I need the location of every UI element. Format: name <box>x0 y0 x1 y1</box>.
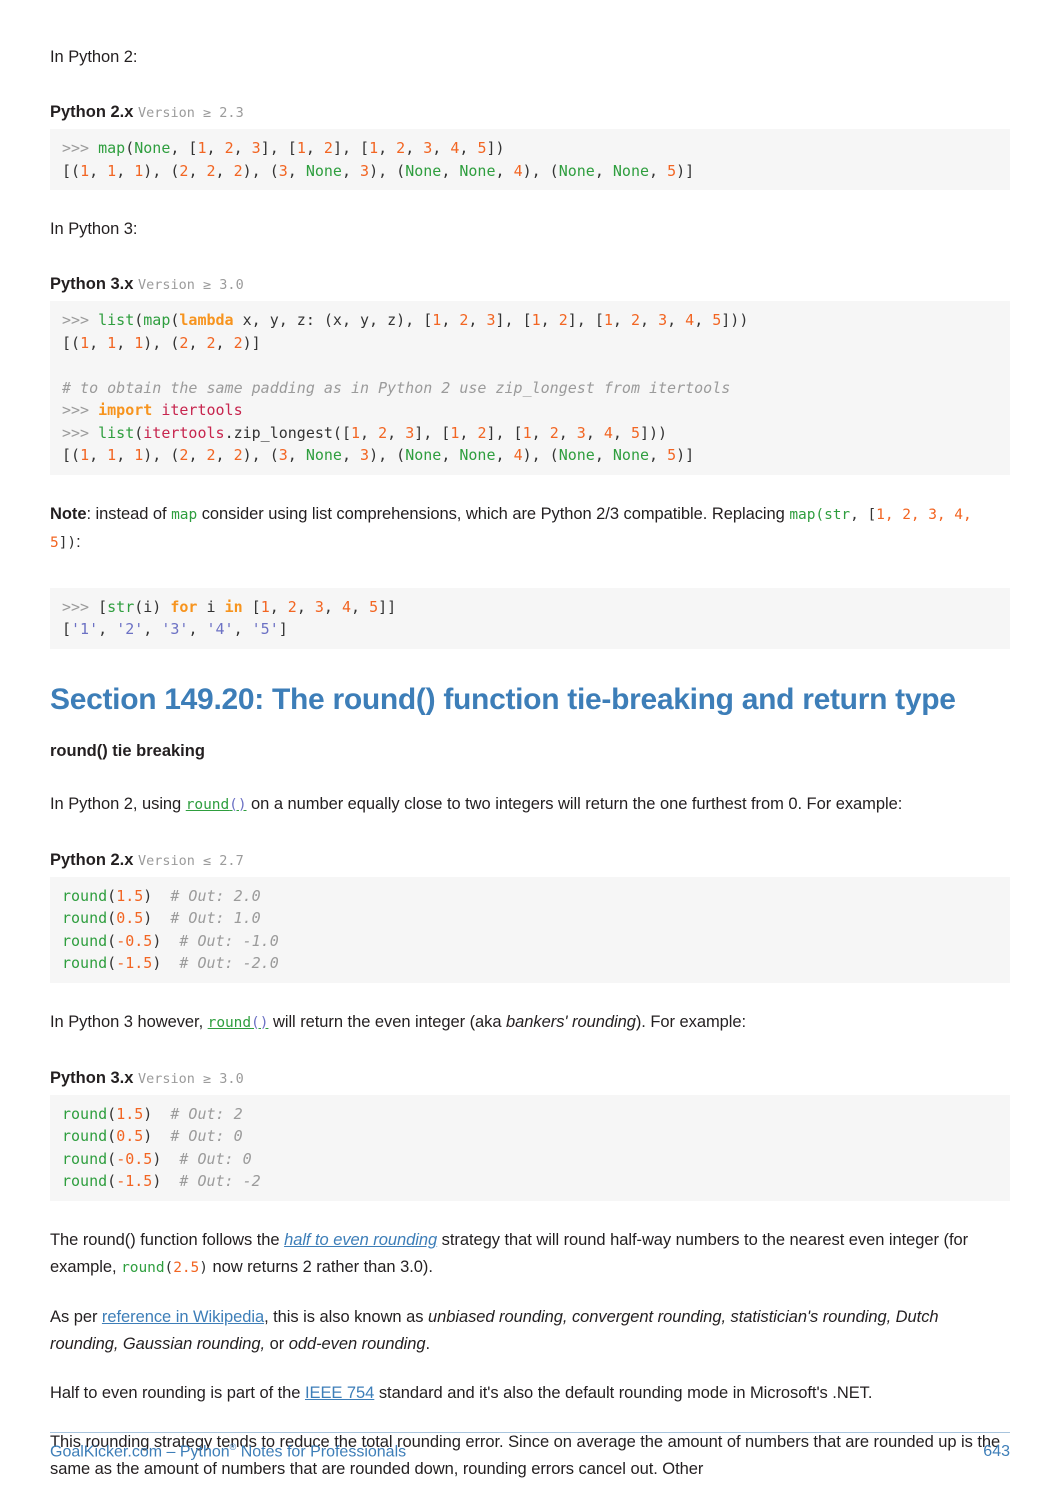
version-value: Version ≥ 3.0 <box>138 277 244 293</box>
version-value: Version ≤ 2.7 <box>138 852 244 869</box>
text-3: or <box>265 1334 289 1353</box>
note-label: Note <box>50 504 87 523</box>
footer-page-number: 643 <box>983 1443 1010 1461</box>
subheading-round-tie-breaking: round() tie breaking <box>50 741 205 760</box>
version-name: Python 3.x <box>50 275 134 293</box>
link-parens: () <box>251 1014 269 1031</box>
code-line: round(-1.5) # Out: -2 <box>62 1172 261 1190</box>
intro-python2-label: In Python 2: <box>50 48 138 66</box>
version-name: Python 2.x <box>50 850 134 869</box>
version-label-py2-map: Python 2.x Version ≥ 2.3 <box>50 101 1010 124</box>
wikipedia-paragraph: As per reference in Wikipedia, this is a… <box>50 1304 1010 1358</box>
footer-divider <box>50 1432 1010 1433</box>
note-text-1: : instead of <box>86 504 172 523</box>
code-line: round(-0.5) # Out: 0 <box>62 1149 252 1168</box>
link-label: round <box>207 1014 252 1031</box>
half-to-even-paragraph: The round() function follows the half to… <box>50 1227 1010 1282</box>
text-2: standard and it's also the default round… <box>374 1383 873 1402</box>
inline-code-open-paren: ( <box>164 1259 174 1276</box>
note-text-3: : <box>76 532 81 551</box>
code-block-listcomp: >>> [str(i) for i in [1, 2, 3, 4, 5]] ['1… <box>50 587 1010 649</box>
text-1: In Python 3 however, <box>50 1012 208 1031</box>
version-name: Python 3.x <box>50 1068 134 1087</box>
version-label-py3-round: Python 3.x Version ≥ 3.0 <box>50 1067 1010 1090</box>
text-2: , this is also known as <box>264 1307 428 1326</box>
code-block-round-python3: round(1.5) # Out: 2 round(0.5) # Out: 0 ro… <box>50 1094 1010 1201</box>
round-python2-paragraph: In Python 2, using round() on a number e… <box>50 791 1010 819</box>
code-line: round(1.5) # Out: 2 <box>62 1104 243 1123</box>
inline-code-map-call: map( <box>789 506 825 523</box>
code-line: >>> list(itertools.zip_longest([1, 2, 3]… <box>62 423 668 442</box>
text-1: As per <box>50 1307 102 1326</box>
code-line: >>> list(map(lambda x, y, z: (x, y, z), … <box>62 311 749 329</box>
version-label-py3-map: Python 3.x Version ≥ 3.0 <box>50 273 1010 296</box>
document-page: In Python 2: Python 2.x Version ≥ 2.3 >>… <box>0 0 1060 1500</box>
page-content: In Python 2: Python 2.x Version ≥ 2.3 >>… <box>50 44 1010 1483</box>
text-2: on a number equally close to two integer… <box>246 794 903 813</box>
round-python3-paragraph: In Python 3 however, round() will return… <box>50 1009 1010 1037</box>
inline-code-map: map <box>171 506 198 523</box>
text-4: . <box>425 1334 431 1353</box>
note-paragraph: Note: instead of map consider using list… <box>50 501 1010 557</box>
code-line: ['1', '2', '3', '4', '5'] <box>62 620 288 638</box>
footer-title-prefix: GoalKicker.com – Python <box>50 1443 230 1461</box>
page-footer: GoalKicker.com – Python® Notes for Profe… <box>50 1432 1010 1461</box>
text-3: now returns 2 rather than 3.0). <box>207 1257 433 1276</box>
code-line: >>> import itertools <box>62 401 243 419</box>
code-line: [(1, 1, 1), (2, 2, 2)] <box>62 333 261 352</box>
version-label-py2-round: Python 2.x Version ≤ 2.7 <box>50 849 1010 872</box>
code-line: [(1, 1, 1), (2, 2, 2), (3, None, 3), (No… <box>62 161 695 180</box>
code-block-round-python2: round(1.5) # Out: 2.0 round(0.5) # Out: 1… <box>50 876 1010 983</box>
code-line: >>> map(None, [1, 2, 3], [1, 2], [1, 2, … <box>62 139 505 157</box>
inline-code-value: 2.5 <box>173 1259 200 1276</box>
code-line: round(0.5) # Out: 1.0 <box>62 909 261 927</box>
note-text-2: consider using list comprehensions, whic… <box>197 504 790 523</box>
text-1: The round() function follows the <box>50 1230 285 1249</box>
section-heading: Section 149.20: The round() function tie… <box>50 682 956 716</box>
text-3: ). For example: <box>635 1012 747 1031</box>
code-line: round(0.5) # Out: 0 <box>62 1127 243 1145</box>
text-1: Half to even rounding is part of the <box>50 1383 305 1402</box>
version-name: Python 2.x <box>50 103 134 121</box>
code-line: round(1.5) # Out: 2.0 <box>62 886 261 905</box>
inline-code-str: str <box>824 506 851 523</box>
code-line: [(1, 1, 1), (2, 2, 2), (3, None, 3), (No… <box>62 446 695 464</box>
link-round-py2[interactable]: round() <box>186 797 247 813</box>
italic-bankers-rounding: bankers' rounding <box>506 1012 636 1031</box>
link-reference-in-wikipedia[interactable]: reference in Wikipedia <box>102 1308 264 1326</box>
version-value: Version ≥ 2.3 <box>138 105 244 121</box>
link-ieee-754[interactable]: IEEE 754 <box>305 1384 374 1402</box>
link-label: round <box>185 796 230 813</box>
code-line-comment: # to obtain the same padding as in Pytho… <box>62 377 1010 400</box>
link-round-py3[interactable]: round() <box>208 1015 269 1031</box>
code-line: >>> [str(i) for i in [1, 2, 3, 4, 5]] <box>62 597 397 616</box>
footer-title: GoalKicker.com – Python® Notes for Profe… <box>50 1442 406 1461</box>
code-line: round(-0.5) # Out: -1.0 <box>62 931 279 950</box>
inline-code-round: round <box>121 1259 165 1276</box>
code-block-map-python3: >>> list(map(lambda x, y, z: (x, y, z), … <box>50 301 1010 475</box>
code-comment: # to obtain the same padding as in Pytho… <box>62 378 731 397</box>
link-parens: () <box>229 796 247 813</box>
inline-code-close-paren: ) <box>199 1259 208 1276</box>
text-1: In Python 2, using <box>50 794 186 813</box>
version-value: Version ≥ 3.0 <box>138 1070 244 1087</box>
italic-odd-even-rounding: odd-even rounding <box>288 1334 426 1353</box>
footer-row: GoalKicker.com – Python® Notes for Profe… <box>50 1442 1010 1461</box>
inline-code-rest: , [ <box>850 506 877 523</box>
intro-python3-label: In Python 3: <box>50 220 138 238</box>
code-block-map-python2: >>> map(None, [1, 2, 3], [1, 2], [1, 2, … <box>50 129 1010 190</box>
footer-title-suffix: Notes for Professionals <box>236 1443 407 1461</box>
text-2: will return the even integer (aka <box>268 1012 507 1031</box>
code-line: round(-1.5) # Out: -2.0 <box>62 954 279 972</box>
inline-code-close: ]) <box>58 534 77 551</box>
link-half-to-even-rounding[interactable]: half to even rounding <box>284 1231 437 1249</box>
ieee-paragraph: Half to even rounding is part of the IEE… <box>50 1380 1010 1407</box>
